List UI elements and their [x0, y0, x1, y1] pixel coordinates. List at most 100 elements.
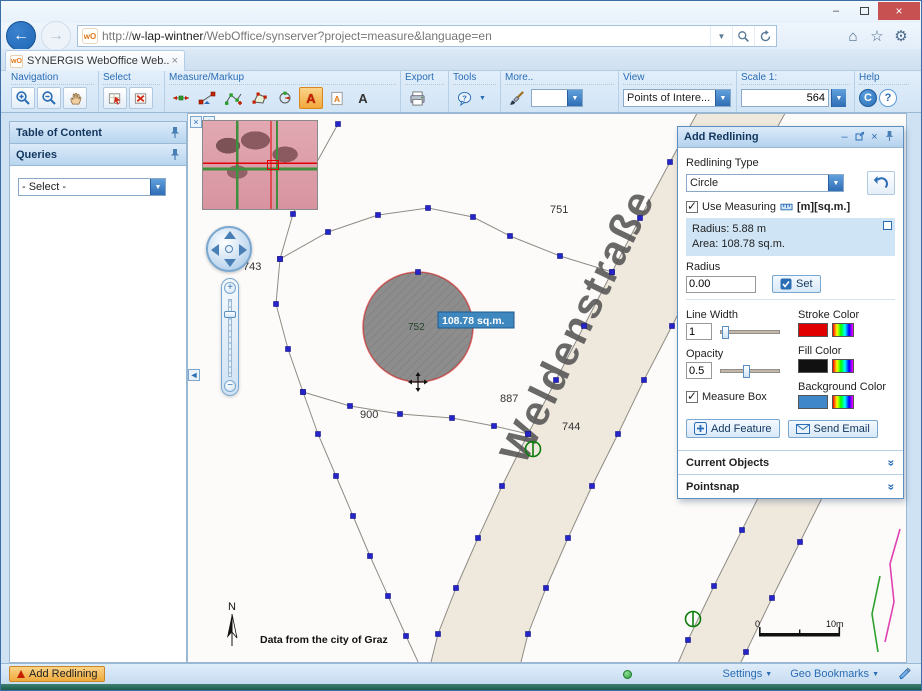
panel-undock-icon[interactable] [852, 131, 867, 144]
favorites-star-icon[interactable]: ☆ [865, 25, 889, 47]
background-color-swatch[interactable] [798, 395, 828, 409]
add-feature-button[interactable]: Add Feature [686, 419, 780, 438]
vertex-handle[interactable] [500, 484, 505, 489]
set-button[interactable]: Set [772, 275, 821, 293]
vertex-handle[interactable] [301, 390, 306, 395]
pan-north-icon[interactable] [224, 231, 236, 239]
vertex-handle[interactable] [544, 586, 549, 591]
tab-close-icon[interactable]: × [170, 55, 180, 67]
pin-icon[interactable] [170, 126, 180, 139]
fill-color-swatch[interactable] [798, 359, 828, 373]
print-icon[interactable] [405, 87, 429, 109]
current-objects-section[interactable]: Current Objects » [678, 450, 903, 474]
address-bar[interactable]: wO http://w-lap-wintner/WebOffice/synser… [77, 25, 777, 47]
vertex-handle[interactable] [744, 650, 749, 655]
vertex-handle[interactable] [336, 122, 341, 127]
panel-close-icon[interactable]: × [867, 131, 882, 143]
paintbrush-icon[interactable] [505, 87, 529, 109]
panel-header[interactable]: Add Redlining – × [678, 127, 903, 148]
vertex-handle[interactable] [398, 412, 403, 417]
pan-center-icon[interactable] [225, 245, 233, 253]
vertex-handle[interactable] [274, 302, 279, 307]
select-features-button[interactable] [103, 87, 127, 109]
overview-map[interactable] [202, 120, 318, 210]
search-icon[interactable] [732, 26, 754, 46]
vertex-handle[interactable] [582, 324, 587, 329]
back-button[interactable]: ← [6, 21, 36, 51]
expand-result-icon[interactable] [883, 221, 892, 230]
zoom-slider[interactable]: + − [221, 278, 239, 396]
edit-pencil-icon[interactable] [897, 666, 911, 683]
identify-info-icon[interactable]: ? [453, 87, 477, 109]
vertex-handle[interactable] [740, 528, 745, 533]
stroke-color-picker-icon[interactable] [832, 323, 854, 337]
vertex-handle[interactable] [334, 474, 339, 479]
vertex-handle[interactable] [638, 216, 643, 221]
forward-button[interactable]: → [41, 21, 71, 51]
zoom-in-button[interactable] [11, 87, 35, 109]
tools-dropdown-icon[interactable]: ▼ [479, 95, 486, 102]
vertex-handle[interactable] [492, 424, 497, 429]
measure-area-icon[interactable] [247, 87, 271, 109]
help-button[interactable]: ? [879, 89, 897, 107]
vertex-handle[interactable] [642, 378, 647, 383]
redlining-tool-icon[interactable]: A [299, 87, 323, 109]
copyright-button[interactable]: C [859, 89, 877, 107]
more-options-dropdown[interactable]: ▼ [531, 89, 583, 107]
measure-box-checkbox[interactable] [686, 391, 698, 403]
vertex-handle[interactable] [554, 378, 559, 383]
radius-input[interactable] [686, 276, 756, 293]
pin-icon[interactable] [882, 130, 897, 145]
vertex-handle[interactable] [712, 584, 717, 589]
view-dropdown[interactable]: Points of Intere... ▼ [623, 89, 731, 107]
pointsnap-section[interactable]: Pointsnap » [678, 474, 903, 498]
vertex-handle[interactable] [668, 160, 673, 165]
vertex-handle[interactable] [278, 257, 283, 262]
text-markup-icon[interactable]: A [351, 87, 375, 109]
overview-close-icon[interactable]: × [190, 116, 202, 128]
vertex-handle[interactable] [476, 536, 481, 541]
active-mode-chip[interactable]: Add Redlining [9, 666, 105, 682]
undo-redline-button[interactable] [867, 171, 895, 195]
pan-hand-button[interactable] [63, 87, 87, 109]
vertex-handle[interactable] [558, 254, 563, 259]
vertex-handle[interactable] [610, 270, 615, 275]
vertex-handle[interactable] [436, 632, 441, 637]
vertex-handle[interactable] [770, 596, 775, 601]
redlining-symbol-icon[interactable]: A [325, 87, 349, 109]
sidebar-item-queries[interactable]: Queries [10, 144, 186, 166]
vertex-handle[interactable] [566, 536, 571, 541]
pan-compass[interactable] [206, 226, 252, 272]
autocomplete-dropdown-icon[interactable]: ▼ [710, 26, 732, 46]
panel-minimize-icon[interactable]: – [837, 131, 852, 143]
clear-selection-button[interactable] [129, 87, 153, 109]
close-button[interactable]: × [878, 2, 920, 20]
vertex-handle[interactable] [450, 416, 455, 421]
vertex-handle[interactable] [590, 484, 595, 489]
geo-bookmarks-menu[interactable]: Geo Bookmarks▼ [790, 668, 879, 680]
pan-west-icon[interactable] [211, 244, 219, 256]
zoom-out-slider-button[interactable]: − [224, 380, 236, 392]
vertex-handle[interactable] [404, 634, 409, 639]
sidebar-item-table-of-content[interactable]: Table of Content [10, 122, 186, 144]
vertex-handle[interactable] [291, 212, 296, 217]
pan-south-icon[interactable] [224, 259, 236, 267]
vertex-handle[interactable] [526, 632, 531, 637]
vertex-handle[interactable] [471, 215, 476, 220]
vertex-handle[interactable] [286, 347, 291, 352]
settings-menu[interactable]: Settings▼ [723, 668, 773, 680]
vertex-handle[interactable] [670, 324, 675, 329]
measure-polyline-icon[interactable] [221, 87, 245, 109]
refresh-icon[interactable] [754, 26, 776, 46]
chevron-expand-icon[interactable]: » [885, 459, 899, 466]
zoom-in-slider-button[interactable]: + [224, 282, 236, 294]
vertex-handle[interactable] [798, 540, 803, 545]
background-color-picker-icon[interactable] [832, 395, 854, 409]
send-email-button[interactable]: Send Email [788, 420, 878, 438]
vertex-handle[interactable] [368, 554, 373, 559]
fill-color-picker-icon[interactable] [832, 359, 854, 373]
settings-gear-icon[interactable]: ⚙ [889, 25, 913, 47]
vertex-handle[interactable] [348, 404, 353, 409]
vertex-handle[interactable] [454, 586, 459, 591]
vertex-handle[interactable] [686, 638, 691, 643]
